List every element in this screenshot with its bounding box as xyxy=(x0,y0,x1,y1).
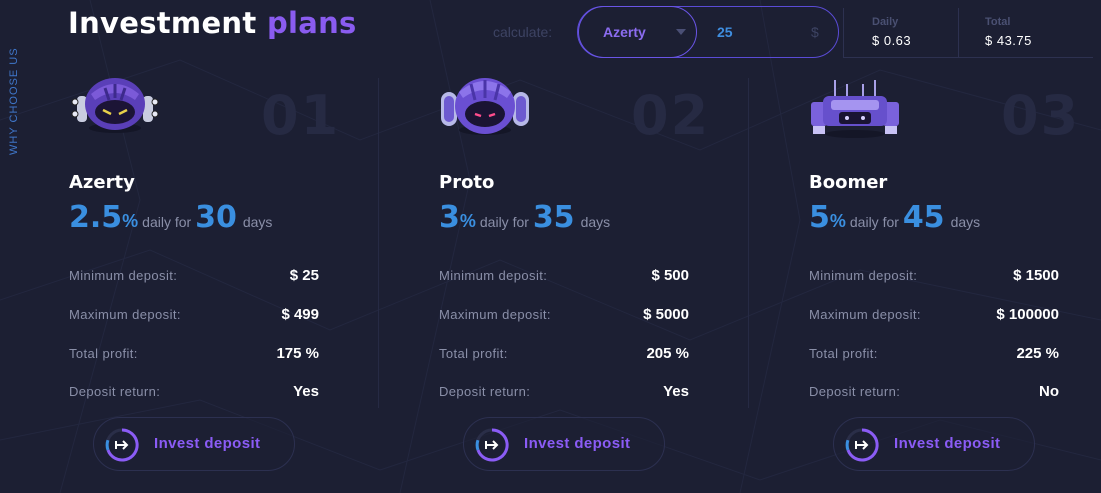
total-profit-row: Total profit: 175 % xyxy=(69,342,319,364)
total-profit-label: Total profit: xyxy=(439,345,508,361)
days-value: 45 xyxy=(902,200,945,235)
why-choose-us-label: WHY CHOOSE US xyxy=(8,47,20,155)
plan-number: 02 xyxy=(631,84,711,147)
total-profit-value: 205 % xyxy=(646,344,689,362)
days-value: 35 xyxy=(532,200,575,235)
invest-deposit-button[interactable]: Invest deposit xyxy=(93,417,295,471)
total-profit-label: Total profit: xyxy=(809,345,878,361)
robot-azerty-icon xyxy=(71,78,159,133)
total-profit-label: Total profit: xyxy=(69,345,138,361)
total-profit-row: Total profit: 225 % xyxy=(809,342,1059,364)
deposit-return-value: Yes xyxy=(663,382,689,400)
plan-name: Proto xyxy=(439,172,495,193)
daily-for-label: daily for xyxy=(142,214,192,230)
plan-number: 03 xyxy=(1001,84,1081,147)
daily-label: Daily xyxy=(872,16,899,28)
invest-arrow-icon xyxy=(845,428,879,462)
plan-number: 01 xyxy=(261,84,341,147)
rate-percent: % xyxy=(459,211,476,231)
invest-arrow-icon xyxy=(105,428,139,462)
daily-value: $ 0.63 xyxy=(872,33,912,48)
deposit-return-row: Deposit return: Yes xyxy=(439,380,689,402)
plan-card-proto: 02 Proto 3% daily for 35 days Minimum depo… xyxy=(439,70,708,480)
deposit-return-value: No xyxy=(1039,382,1059,400)
deposit-return-label: Deposit return: xyxy=(809,383,901,399)
deposit-return-row: Deposit return: Yes xyxy=(69,380,319,402)
min-deposit-label: Minimum deposit: xyxy=(439,267,548,283)
invest-deposit-button[interactable]: Invest deposit xyxy=(463,417,665,471)
days-value: 30 xyxy=(195,200,237,235)
max-deposit-value: $ 100000 xyxy=(996,305,1059,323)
total-value: $ 43.75 xyxy=(985,33,1032,48)
days-label: days xyxy=(950,214,981,230)
max-deposit-value: $ 499 xyxy=(281,305,319,323)
total-profit-value: 225 % xyxy=(1016,344,1059,362)
invest-deposit-label: Invest deposit xyxy=(154,435,261,452)
min-deposit-value: $ 25 xyxy=(289,266,319,284)
invest-deposit-label: Invest deposit xyxy=(894,435,1001,452)
select-caret-icon xyxy=(676,29,686,35)
deposit-return-row: Deposit return: No xyxy=(809,380,1059,402)
deposit-return-label: Deposit return: xyxy=(439,383,531,399)
days-label: days xyxy=(242,214,273,230)
min-deposit-label: Minimum deposit: xyxy=(69,267,178,283)
plan-rate: 3% daily for 35 days xyxy=(439,200,610,235)
invest-deposit-button[interactable]: Invest deposit xyxy=(833,417,1035,471)
daily-for-label: daily for xyxy=(479,214,529,230)
max-deposit-row: Maximum deposit: $ 499 xyxy=(69,303,319,325)
total-stat: Total $ 43.75 xyxy=(985,16,1032,48)
rate-value: 3 xyxy=(439,200,460,235)
rate-percent: % xyxy=(829,211,846,231)
title-main: Investment xyxy=(68,6,257,40)
plan-card-azerty: 01 Azerty 2.5% daily for 30 days Minimum d… xyxy=(69,70,338,480)
min-deposit-value: $ 1500 xyxy=(1013,266,1059,284)
column-divider xyxy=(748,78,749,408)
calculator-box: Azerty 25 $ xyxy=(577,6,839,58)
plan-select[interactable]: Azerty xyxy=(578,6,697,58)
currency-symbol: $ xyxy=(811,24,819,40)
days-label: days xyxy=(580,214,611,230)
max-deposit-row: Maximum deposit: $ 100000 xyxy=(809,303,1059,325)
min-deposit-value: $ 500 xyxy=(651,266,689,284)
daily-stat: Daily $ 0.63 xyxy=(872,16,911,48)
stat-divider xyxy=(843,8,844,58)
stat-bottom-divider xyxy=(843,57,1093,58)
page-title: Investment plans xyxy=(68,6,357,40)
total-profit-row: Total profit: 205 % xyxy=(439,342,689,364)
title-accent: plans xyxy=(266,6,357,40)
total-profit-value: 175 % xyxy=(276,344,319,362)
stat-divider xyxy=(958,8,959,58)
plan-rate: 2.5% daily for 30 days xyxy=(69,200,272,235)
plan-name: Azerty xyxy=(69,172,135,193)
calculate-label: calculate: xyxy=(493,24,553,40)
robot-boomer-icon xyxy=(811,80,899,138)
max-deposit-label: Maximum deposit: xyxy=(69,306,181,322)
min-deposit-row: Minimum deposit: $ 500 xyxy=(439,264,689,286)
amount-input[interactable]: 25 xyxy=(717,24,733,40)
rate-percent: % xyxy=(122,211,139,231)
max-deposit-label: Maximum deposit: xyxy=(439,306,551,322)
column-divider xyxy=(378,78,379,408)
max-deposit-label: Maximum deposit: xyxy=(809,306,921,322)
max-deposit-row: Maximum deposit: $ 5000 xyxy=(439,303,689,325)
plan-name: Boomer xyxy=(809,172,888,193)
plan-select-value: Azerty xyxy=(603,24,646,40)
deposit-return-value: Yes xyxy=(293,382,319,400)
rate-value: 2.5 xyxy=(69,200,123,235)
robot-proto-icon xyxy=(441,78,529,135)
total-label: Total xyxy=(985,16,1011,28)
deposit-return-label: Deposit return: xyxy=(69,383,161,399)
max-deposit-value: $ 5000 xyxy=(643,305,689,323)
min-deposit-label: Minimum deposit: xyxy=(809,267,918,283)
invest-arrow-icon xyxy=(475,428,509,462)
invest-deposit-label: Invest deposit xyxy=(524,435,631,452)
min-deposit-row: Minimum deposit: $ 25 xyxy=(69,264,319,286)
rate-value: 5 xyxy=(809,200,830,235)
min-deposit-row: Minimum deposit: $ 1500 xyxy=(809,264,1059,286)
plan-card-boomer: 03 Boomer 5% daily for 45 days Minimum dep… xyxy=(809,70,1078,480)
plan-rate: 5% daily for 45 days xyxy=(809,200,980,235)
daily-for-label: daily for xyxy=(849,214,899,230)
